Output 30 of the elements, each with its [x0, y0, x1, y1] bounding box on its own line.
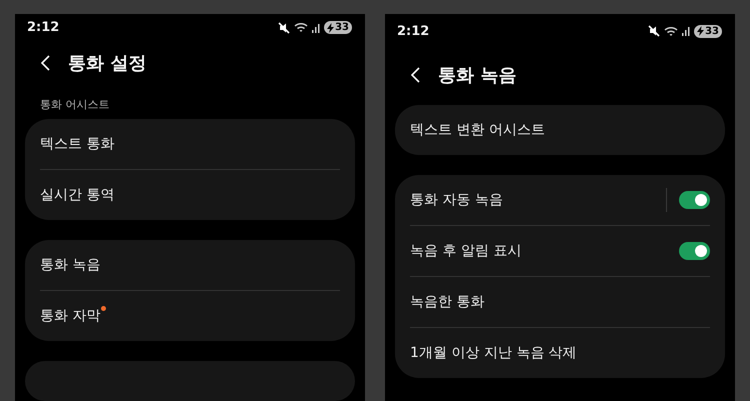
settings-row[interactable]: 녹음 후 알림 표시 [410, 226, 710, 277]
wifi-icon [664, 26, 678, 36]
settings-row[interactable]: 실시간 통역 [40, 170, 340, 220]
back-icon [41, 54, 50, 71]
bolt-icon [697, 26, 704, 36]
bolt-icon [327, 22, 334, 33]
page-title: 통화 녹음 [438, 64, 516, 87]
settings-row[interactable]: 텍스트 변환 어시스트 [410, 105, 710, 155]
wifi-icon [294, 22, 308, 34]
settings-row[interactable]: 통화 자동 녹음 [410, 175, 710, 226]
page-title: 통화 설정 [68, 52, 146, 75]
mute-icon [278, 22, 290, 34]
battery-indicator: 33 [694, 24, 722, 38]
toggle-switch[interactable] [679, 191, 710, 209]
settings-row[interactable]: 1개월 이상 지난 녹음 삭제 [410, 328, 710, 378]
signal-icon [312, 22, 320, 33]
toggle-switch[interactable] [679, 242, 710, 260]
section-label: 통화 어시스트 [39, 97, 110, 113]
back-button[interactable] [411, 67, 420, 83]
settings-row[interactable]: 통화 자막 [40, 291, 340, 341]
status-time: 2:12 [27, 20, 60, 36]
signal-icon [682, 26, 690, 36]
settings-row[interactable]: 텍스트 통화 [40, 119, 340, 170]
status-time: 2:12 [397, 24, 430, 38]
battery-indicator: 33 [324, 21, 352, 34]
back-icon [411, 67, 420, 83]
mute-icon [648, 25, 660, 37]
back-button[interactable] [41, 54, 50, 71]
settings-row[interactable]: 녹음한 통화 [410, 277, 710, 328]
settings-row[interactable]: 통화 녹음 [40, 240, 340, 291]
